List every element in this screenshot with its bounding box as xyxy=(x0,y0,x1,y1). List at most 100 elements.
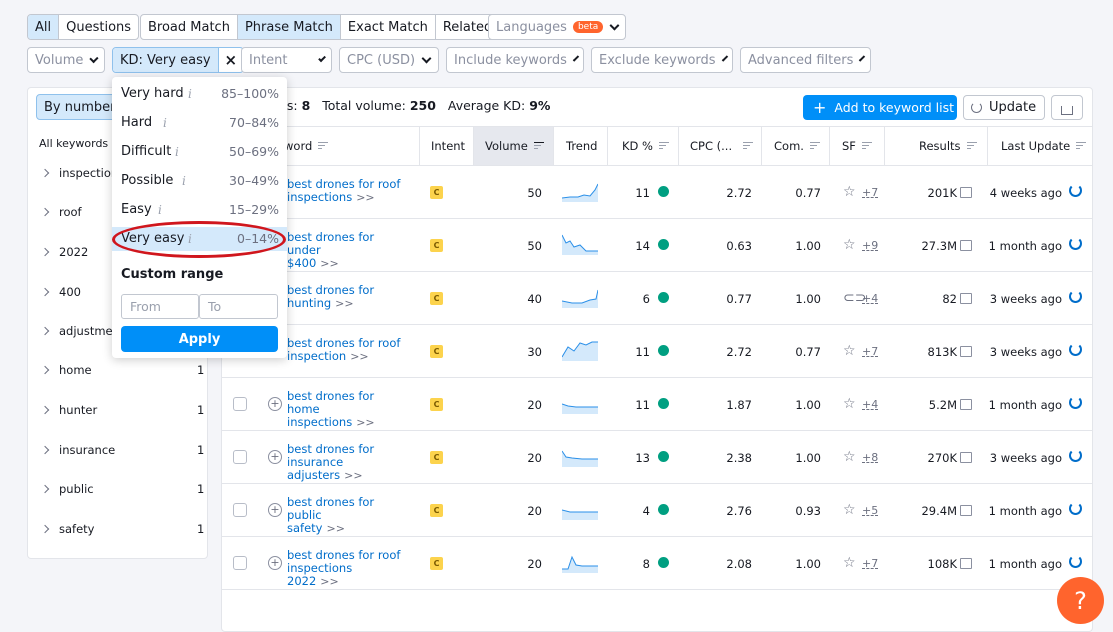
column-sf[interactable]: SF xyxy=(829,127,884,165)
refresh-icon[interactable] xyxy=(1069,449,1082,462)
sidebar-item-label: safety xyxy=(59,522,95,536)
sidebar-item[interactable]: insurance 1 xyxy=(28,440,209,460)
column-com[interactable]: Com. xyxy=(761,127,829,165)
tab-broad-match[interactable]: Broad Match xyxy=(141,15,238,39)
add-keyword-icon[interactable]: + xyxy=(268,556,282,570)
tab-exact-match[interactable]: Exact Match xyxy=(341,15,436,39)
keyword-link[interactable]: best drones for hunting >> xyxy=(287,284,405,311)
row-checkbox[interactable] xyxy=(233,556,247,570)
refresh-icon[interactable] xyxy=(1069,343,1082,356)
double-chevron-right-icon[interactable]: >> xyxy=(344,469,362,482)
refresh-icon[interactable] xyxy=(1069,555,1082,568)
serp-icon[interactable] xyxy=(960,558,972,569)
plus-icon: + xyxy=(813,98,827,117)
kd-filter-label[interactable]: KD: Very easy xyxy=(113,48,219,72)
serp-features-count[interactable]: +5 xyxy=(862,504,878,517)
double-chevron-right-icon[interactable]: >> xyxy=(350,350,368,363)
keyword-text-line2: hunting xyxy=(287,296,332,310)
serp-icon[interactable] xyxy=(960,452,972,463)
serp-features-count[interactable]: +4 xyxy=(862,292,878,305)
tab-all[interactable]: All xyxy=(28,15,60,39)
serp-icon[interactable] xyxy=(960,505,972,516)
advanced-filters[interactable]: Advanced filters xyxy=(740,47,871,73)
tab-phrase-match[interactable]: Phrase Match xyxy=(237,15,341,39)
double-chevron-right-icon[interactable]: >> xyxy=(356,191,374,204)
kd-option[interactable]: Easy i 15–29% xyxy=(112,198,287,222)
export-button[interactable] xyxy=(1051,95,1083,120)
cpc-filter[interactable]: CPC (USD) xyxy=(339,47,439,73)
serp-icon[interactable] xyxy=(960,240,972,251)
column-intent[interactable]: Intent xyxy=(419,127,473,165)
refresh-icon[interactable] xyxy=(1069,502,1082,515)
table-row: + best drones for public safety >> C 20 4 2.76 0… xyxy=(222,484,1092,537)
kd-from-input[interactable]: From xyxy=(121,294,199,319)
serp-icon[interactable] xyxy=(960,293,972,304)
exclude-keywords-filter[interactable]: Exclude keywords xyxy=(591,47,733,73)
apply-button[interactable]: Apply xyxy=(121,326,278,352)
row-checkbox[interactable] xyxy=(233,503,247,517)
double-chevron-right-icon[interactable]: >> xyxy=(326,522,344,535)
kd-option[interactable]: Possible i 30–49% xyxy=(112,169,287,193)
double-chevron-right-icon[interactable]: >> xyxy=(320,575,338,588)
sidebar-item[interactable]: home 1 xyxy=(28,360,209,380)
refresh-icon[interactable] xyxy=(1069,237,1082,250)
double-chevron-right-icon[interactable]: >> xyxy=(320,257,338,270)
update-button[interactable]: Update xyxy=(963,95,1045,120)
keyword-link[interactable]: best drones for home inspections >> xyxy=(287,390,405,430)
help-button[interactable]: ? xyxy=(1057,577,1104,624)
keyword-link[interactable]: best drones for roof inspection >> xyxy=(287,337,405,364)
star-icon: ☆ xyxy=(843,396,856,412)
column-kd[interactable]: KD % xyxy=(607,127,678,165)
chevron-down-icon xyxy=(859,54,866,62)
by-number-toggle[interactable]: By number xyxy=(36,94,124,120)
column-results[interactable]: Results xyxy=(884,127,987,165)
add-keyword-icon[interactable]: + xyxy=(268,503,282,517)
column-trend[interactable]: Trend xyxy=(553,127,607,165)
double-chevron-right-icon[interactable]: >> xyxy=(335,297,353,310)
serp-features-count[interactable]: +8 xyxy=(862,451,878,464)
keyword-link[interactable]: best drones for roof inspections 2022 >> xyxy=(287,549,405,589)
column-cpc[interactable]: CPC (... xyxy=(678,127,761,165)
tab-questions[interactable]: Questions xyxy=(59,15,138,39)
serp-features-count[interactable]: +9 xyxy=(862,239,878,252)
serp-features-count[interactable]: +7 xyxy=(862,345,878,358)
serp-features-count[interactable]: +7 xyxy=(862,557,878,570)
competition-value: 1.00 xyxy=(795,292,821,306)
add-to-keyword-list-button[interactable]: + Add to keyword list xyxy=(803,95,957,120)
column-last-update[interactable]: Last Update xyxy=(987,127,1092,165)
intent-filter[interactable]: Intent xyxy=(241,47,332,73)
add-keyword-icon[interactable]: + xyxy=(268,450,282,464)
competition-value: 0.77 xyxy=(795,186,821,200)
row-checkbox[interactable] xyxy=(233,450,247,464)
keyword-link[interactable]: best drones for public safety >> xyxy=(287,496,405,536)
serp-icon[interactable] xyxy=(960,187,972,198)
chevron-right-icon xyxy=(40,484,50,494)
kd-to-input[interactable]: To xyxy=(199,294,278,319)
serp-icon[interactable] xyxy=(960,346,972,357)
competition-value: 1.00 xyxy=(795,451,821,465)
refresh-icon[interactable] xyxy=(1069,396,1082,409)
keyword-link[interactable]: best drones for roof inspections >> xyxy=(287,178,405,205)
sidebar-item[interactable]: safety 1 xyxy=(28,519,209,539)
serp-icon[interactable] xyxy=(960,399,972,410)
row-checkbox[interactable] xyxy=(233,397,247,411)
sidebar-item[interactable]: public 1 xyxy=(28,479,209,499)
refresh-icon[interactable] xyxy=(1069,184,1082,197)
kd-option[interactable]: Hard i 70–84% xyxy=(112,111,287,135)
keyword-link[interactable]: best drones for under $400 >> xyxy=(287,231,405,271)
keyword-link[interactable]: best drones for insurance adjusters >> xyxy=(287,443,405,483)
sidebar-item[interactable]: hunter 1 xyxy=(28,400,209,420)
serp-features-count[interactable]: +4 xyxy=(862,398,878,411)
volume-filter[interactable]: Volume xyxy=(27,47,105,73)
serp-features-count[interactable]: +7 xyxy=(862,186,878,199)
languages-dropdown[interactable]: Languages beta xyxy=(488,14,626,40)
refresh-icon[interactable] xyxy=(1069,290,1082,303)
include-keywords-filter[interactable]: Include keywords xyxy=(446,47,584,73)
kd-option[interactable]: Very hard i 85–100% xyxy=(112,82,287,106)
kd-filter-clear-icon[interactable]: × xyxy=(219,48,244,72)
add-keyword-icon[interactable]: + xyxy=(268,397,282,411)
column-volume[interactable]: Volume xyxy=(473,127,553,165)
keyword-text-line2: $400 xyxy=(287,256,317,270)
kd-option[interactable]: Difficult i 50–69% xyxy=(112,140,287,164)
double-chevron-right-icon[interactable]: >> xyxy=(356,416,374,429)
